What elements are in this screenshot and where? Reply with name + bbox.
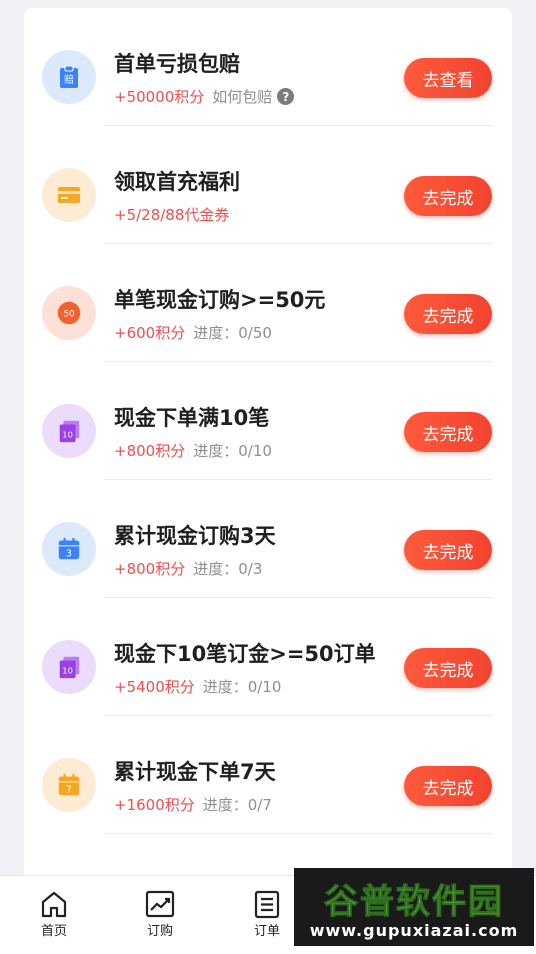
task-reward: +50000积分	[114, 88, 205, 106]
svg-text:50: 50	[63, 309, 74, 319]
tab-home[interactable]: 首页	[24, 888, 84, 939]
task-meta: +800积分 进度：0/10	[114, 440, 272, 461]
task-title: 单笔现金订购>=50元	[114, 288, 326, 312]
question-icon: ?	[277, 88, 295, 105]
tab-order[interactable]: 订购	[130, 888, 190, 939]
task-row: 领取首充福利 +5/28/88代金券 去完成	[24, 126, 512, 244]
clipboard-icon: 赔	[56, 64, 82, 90]
row-divider	[104, 833, 492, 834]
task-reward: +800积分	[114, 560, 186, 578]
task-reward: +1600积分	[114, 796, 195, 814]
task-card: 赔 首单亏损包赔 +50000积分 如何包赔? 去查看领取首充福利 +5/28/88代金券…	[24, 8, 512, 888]
progress-label: 进度：	[193, 560, 239, 578]
home-icon	[41, 891, 67, 918]
progress-value: 0/7	[247, 796, 272, 814]
tab-order-label: 订购	[146, 924, 173, 939]
chart-icon	[145, 890, 175, 918]
task-progress: 进度：0/10	[193, 440, 272, 461]
progress-label: 进度：	[202, 796, 248, 814]
task-reward: +5400积分	[114, 678, 195, 696]
help-link-label: 如何包赔	[212, 88, 273, 106]
complete-button[interactable]: 去完成	[404, 412, 492, 452]
task-row: 10 现金下单满10笔 +800积分 进度：0/10 去完成	[24, 362, 512, 480]
task-row: 10 现金下10笔订金>=50订单 +5400积分 进度：0/10 去完成	[24, 598, 512, 716]
task-meta: +800积分 进度：0/3	[114, 558, 262, 579]
help-link[interactable]: 如何包赔?	[212, 86, 295, 107]
complete-button[interactable]: 去完成	[404, 530, 492, 570]
task-meta: +50000积分 如何包赔?	[114, 86, 295, 107]
tab-home-label: 首页	[40, 924, 67, 939]
stack-icon: 10	[56, 654, 82, 680]
progress-value: 0/50	[238, 324, 272, 342]
list-icon	[254, 890, 280, 919]
task-icon-badge	[42, 168, 96, 222]
svg-text:3: 3	[66, 548, 72, 559]
task-title: 现金下10笔订金>=50订单	[114, 642, 376, 666]
task-meta: +600积分 进度：0/50	[114, 322, 272, 343]
watermark-logo: 谷普软件园 www.gupuxiazai.com	[294, 868, 534, 946]
progress-label: 进度：	[193, 324, 239, 342]
task-title: 现金下单满10笔	[114, 406, 270, 430]
task-reward: +5/28/88代金券	[114, 206, 230, 224]
task-icon-badge: 10	[42, 404, 96, 458]
task-progress: 进度：0/10	[203, 676, 282, 697]
task-row: 3 累计现金订购3天 +800积分 进度：0/3 去完成	[24, 480, 512, 598]
progress-value: 0/10	[238, 442, 272, 460]
task-icon-badge: 50	[42, 286, 96, 340]
card-icon	[56, 182, 82, 208]
svg-text:10: 10	[62, 666, 73, 676]
task-row: 赔 首单亏损包赔 +50000积分 如何包赔? 去查看	[24, 8, 512, 126]
tab-orders-label: 订单	[253, 924, 280, 939]
complete-button[interactable]: 去完成	[404, 648, 492, 688]
task-progress: 进度：0/3	[193, 558, 262, 579]
task-progress: 进度：0/50	[193, 322, 272, 343]
task-icon-badge: 3	[42, 522, 96, 576]
watermark-url: www.gupuxiazai.com	[309, 921, 519, 940]
task-reward: +800积分	[114, 442, 186, 460]
progress-value: 0/3	[238, 560, 263, 578]
task-title: 累计现金订购3天	[114, 524, 276, 548]
task-meta: +5/28/88代金券	[114, 204, 229, 225]
task-meta: +5400积分 进度：0/10	[114, 676, 281, 697]
progress-label: 进度：	[202, 678, 248, 696]
progress-label: 进度：	[193, 442, 239, 460]
complete-button[interactable]: 去完成	[404, 176, 492, 216]
task-title: 领取首充福利	[114, 170, 240, 194]
complete-button[interactable]: 去完成	[404, 766, 492, 806]
tab-orders[interactable]: 订单	[237, 888, 297, 939]
task-progress: 进度：0/7	[203, 794, 272, 815]
task-reward: +600积分	[114, 324, 186, 342]
task-meta: +1600积分 进度：0/7	[114, 794, 272, 815]
stack-icon: 10	[56, 418, 82, 444]
task-row: 7 累计现金下单7天 +1600积分 进度：0/7 去完成	[24, 716, 512, 834]
task-title: 累计现金下单7天	[114, 760, 276, 784]
task-title: 首单亏损包赔	[114, 52, 240, 76]
progress-value: 0/10	[247, 678, 282, 696]
task-icon-badge: 10	[42, 640, 96, 694]
calendar-icon: 7	[56, 772, 82, 798]
view-button[interactable]: 去查看	[404, 58, 492, 98]
svg-text:10: 10	[62, 430, 73, 440]
task-icon-badge: 赔	[42, 50, 96, 104]
task-row: 50 单笔现金订购>=50元 +600积分 进度：0/50 去完成	[24, 244, 512, 362]
calendar-icon: 3	[56, 536, 82, 562]
complete-button[interactable]: 去完成	[404, 294, 492, 334]
coin-icon: 50	[56, 300, 82, 326]
watermark-title: 谷普软件园	[324, 882, 504, 923]
svg-text:赔: 赔	[64, 73, 74, 86]
svg-text:7: 7	[66, 784, 72, 795]
task-icon-badge: 7	[42, 758, 96, 812]
